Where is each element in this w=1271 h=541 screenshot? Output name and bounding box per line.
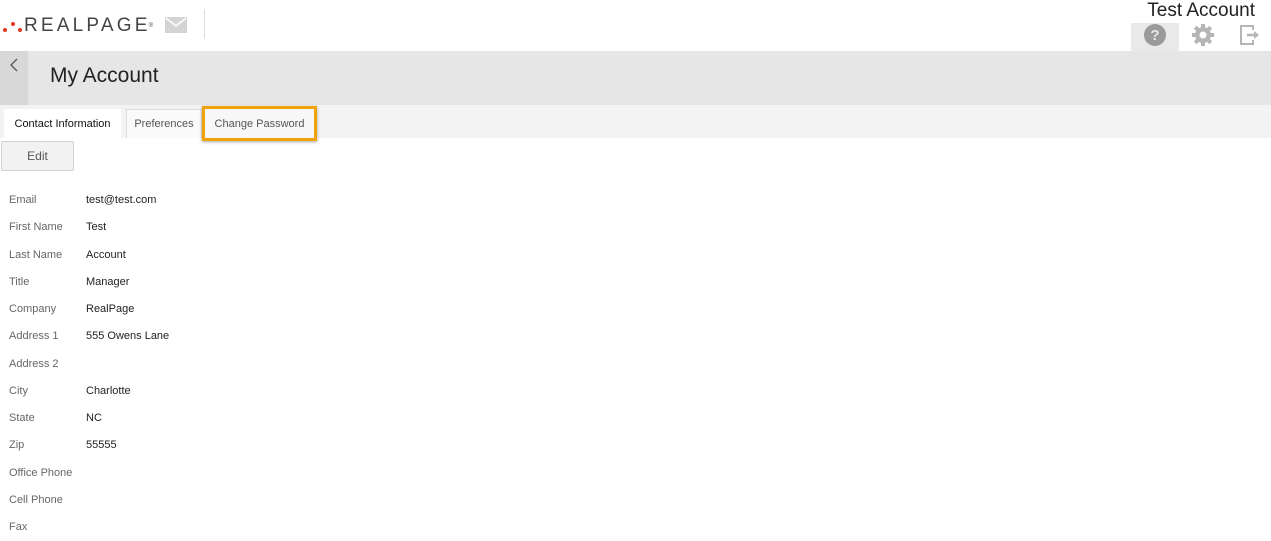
chevron-left-icon [9, 58, 19, 77]
envelope-icon[interactable] [165, 17, 187, 33]
tab-label: Contact Information [14, 117, 111, 130]
page-title-bar: My Account [0, 51, 1271, 105]
detail-label: Company [9, 303, 57, 315]
detail-label: Zip [9, 439, 25, 452]
help-button[interactable]: ? [1131, 23, 1179, 51]
detail-value: Test [86, 221, 107, 234]
edit-button[interactable]: Edit [1, 141, 74, 171]
detail-row: City Charlotte [0, 378, 600, 405]
detail-label: State [9, 412, 35, 424]
detail-label: Fax [9, 521, 28, 533]
tab-preferences[interactable]: Preferences [126, 109, 202, 138]
logo-text: REALPAGE [24, 15, 151, 36]
detail-row: Office Phone [0, 460, 600, 487]
logout-button[interactable] [1228, 23, 1271, 51]
gear-icon [1191, 23, 1215, 52]
detail-value: Charlotte [86, 384, 131, 397]
account-name[interactable]: Test Account [1147, 0, 1255, 22]
detail-label: Address 2 [9, 357, 59, 370]
detail-row: Company RealPage [0, 296, 600, 323]
detail-label: Office Phone [9, 466, 73, 479]
tab-contact-information[interactable]: Contact Information [4, 109, 121, 138]
detail-label: Email [9, 194, 37, 206]
svg-text:?: ? [1150, 27, 1159, 44]
detail-row: State NC [0, 405, 600, 432]
detail-label: First Name [9, 221, 63, 234]
settings-button[interactable] [1182, 23, 1224, 51]
logo-dots-icon [2, 16, 24, 36]
detail-value: RealPage [86, 303, 135, 315]
detail-value: 55555 [86, 439, 117, 452]
detail-value: 555 Owens Lane [86, 330, 170, 343]
detail-label: Cell Phone [9, 493, 63, 506]
detail-label: Title [9, 275, 30, 288]
detail-value: Account [86, 248, 126, 261]
detail-row: Zip 55555 [0, 432, 600, 459]
detail-label: Last Name [9, 248, 63, 261]
detail-label: City [9, 384, 28, 397]
tab-label: Change Password [214, 117, 305, 130]
tab-label: Preferences [134, 118, 194, 130]
detail-row: Title Manager [0, 269, 600, 296]
tab-bar: Contact Information Preferences Change P… [0, 105, 1271, 141]
question-circle-icon: ? [1143, 23, 1167, 52]
detail-row: Address 1 555 Owens Lane [0, 323, 600, 350]
detail-row: Last Name Account [0, 242, 600, 269]
detail-row: Email test@test.com [0, 187, 600, 214]
tab-change-password[interactable]: Change Password [202, 106, 317, 141]
page-title: My Account [50, 64, 159, 87]
detail-value: test@test.com [86, 194, 157, 206]
logo-trademark: ® [148, 23, 154, 29]
top-header: REALPAGE ® Test Account ? [0, 0, 1271, 51]
detail-value: Manager [86, 275, 130, 288]
realpage-logo[interactable]: REALPAGE ® [2, 14, 153, 38]
detail-row: Cell Phone [0, 487, 600, 514]
header-divider [204, 9, 205, 39]
contact-details: Email test@test.com First Name Test Last Nam… [0, 187, 600, 541]
detail-row: Address 2 [0, 351, 600, 378]
back-button[interactable] [0, 51, 28, 105]
detail-label: Address 1 [9, 330, 59, 343]
detail-row: First Name Test [0, 214, 600, 241]
logout-icon [1239, 24, 1261, 51]
detail-value: NC [86, 412, 102, 424]
